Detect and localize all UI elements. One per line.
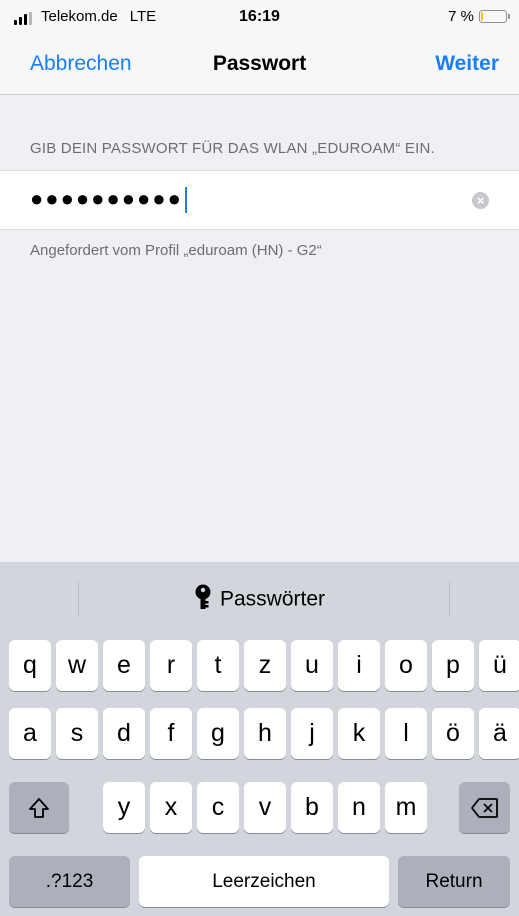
- status-time: 16:19: [239, 8, 280, 25]
- key-s[interactable]: s: [56, 708, 98, 759]
- key-d[interactable]: d: [103, 708, 145, 759]
- key-t[interactable]: t: [197, 640, 239, 691]
- key-l[interactable]: l: [385, 708, 427, 759]
- key-i[interactable]: i: [338, 640, 380, 691]
- suggestion-divider: [449, 582, 450, 616]
- key-icon: [194, 584, 212, 616]
- clear-icon[interactable]: ×: [472, 192, 489, 209]
- key-k[interactable]: k: [338, 708, 380, 759]
- key-ü[interactable]: ü: [479, 640, 519, 691]
- password-input[interactable]: ●●●●●●●●●●: [30, 186, 187, 214]
- key-u[interactable]: u: [291, 640, 333, 691]
- passwords-label: Passwörter: [219, 587, 326, 611]
- password-field[interactable]: ●●●●●●●●●● ×: [0, 170, 519, 230]
- shift-icon: [27, 793, 51, 821]
- key-y[interactable]: y: [103, 782, 145, 833]
- delete-icon: [470, 793, 500, 821]
- key-a[interactable]: a: [9, 708, 51, 759]
- key-h[interactable]: h: [244, 708, 286, 759]
- delete-key[interactable]: [459, 782, 510, 833]
- key-x[interactable]: x: [150, 782, 192, 833]
- battery-icon: [479, 10, 510, 23]
- key-o[interactable]: o: [385, 640, 427, 691]
- nav-bar: Abbrechen Passwort Weiter: [0, 36, 519, 95]
- keyboard: Passwörter qwertzuiopü asdfghjklöä yxcvbnm…: [0, 562, 519, 916]
- space-key[interactable]: Leerzeichen: [139, 856, 389, 907]
- passwords-suggestion[interactable]: Passwörter: [0, 584, 519, 616]
- numbers-key[interactable]: .?123: [9, 856, 130, 907]
- key-p[interactable]: p: [432, 640, 474, 691]
- key-n[interactable]: n: [338, 782, 380, 833]
- text-cursor: [184, 187, 187, 214]
- key-m[interactable]: m: [385, 782, 427, 833]
- password-value: ●●●●●●●●●●: [30, 186, 183, 211]
- key-q[interactable]: q: [9, 640, 51, 691]
- key-b[interactable]: b: [291, 782, 333, 833]
- suggestion-bar: Passwörter: [0, 562, 519, 636]
- key-w[interactable]: w: [56, 640, 98, 691]
- key-f[interactable]: f: [150, 708, 192, 759]
- profile-footer: Angefordert vom Profil „eduroam (HN) - G…: [30, 242, 322, 259]
- status-bar: Telekom.de LTE 16:19 7 %: [0, 0, 519, 36]
- password-prompt-header: GIB DEIN PASSWORT FÜR DAS WLAN „EDUROAM“…: [30, 140, 435, 157]
- key-ö[interactable]: ö: [432, 708, 474, 759]
- key-e[interactable]: e: [103, 640, 145, 691]
- return-key[interactable]: Return: [398, 856, 510, 907]
- battery-percent: 7 %: [448, 8, 474, 25]
- shift-key[interactable]: [9, 782, 69, 833]
- key-r[interactable]: r: [150, 640, 192, 691]
- next-button[interactable]: Weiter: [435, 52, 499, 76]
- key-g[interactable]: g: [197, 708, 239, 759]
- key-c[interactable]: c: [197, 782, 239, 833]
- status-right: 7 %: [448, 8, 510, 25]
- key-v[interactable]: v: [244, 782, 286, 833]
- key-ä[interactable]: ä: [479, 708, 519, 759]
- key-z[interactable]: z: [244, 640, 286, 691]
- key-j[interactable]: j: [291, 708, 333, 759]
